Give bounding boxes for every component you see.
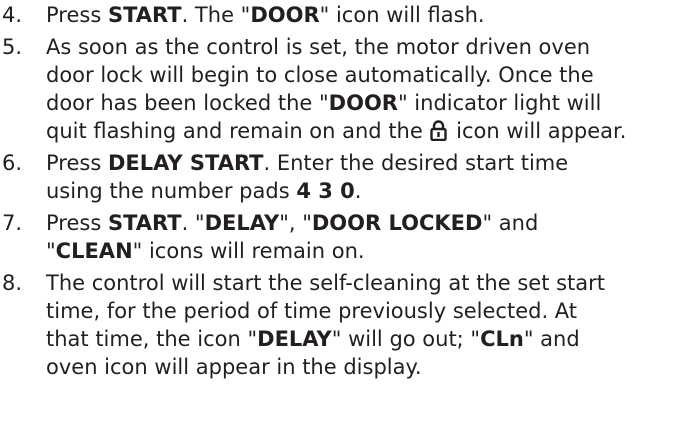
step-text-line: oven icon will appear in the display. [46,353,694,381]
step-item: 8. The control will start the self-cleani… [0,269,697,381]
step-text-line: door has been locked the "DOOR" indicato… [46,89,694,117]
instruction-steps-list: 4. Press START. The "DOOR" icon will flas… [0,0,697,422]
text-run: . The " [181,3,251,27]
step-text-line: time, for the period of time previously … [46,297,694,325]
step-text-line: using the number pads 4 3 0. [46,177,694,205]
step-text-line: "CLEAN" icons will remain on. [46,237,694,265]
bold-term: DELAY START [107,151,264,175]
step-text-line: Press START. "DELAY", "DOOR LOCKED" and [46,209,694,237]
text-run: " icons will remain on. [132,239,365,263]
step-text-line: quit flashing and remain on and the icon… [46,117,694,148]
bold-term: CLn [480,327,524,351]
step-text-line: Press START. The "DOOR" icon will flash. [46,1,694,29]
bold-term: DOOR [328,91,398,115]
step-text: The control will start the self-cleaning… [46,269,694,381]
step-text: Press DELAY START. Enter the desired sta… [46,149,694,205]
step-number: 8. [2,271,23,295]
text-run: icon will appear. [449,119,627,143]
step-text: Press START. "DELAY", "DOOR LOCKED" and "… [46,209,694,265]
step-item: 5. As soon as the control is set, the mot… [0,33,697,145]
bold-term: DELAY [257,327,332,351]
text-run: . Enter the desired start time [263,151,569,175]
step-text-line: that time, the icon "DELAY" will go out;… [46,325,694,353]
text-run: ", " [279,211,312,235]
bold-term: DOOR [250,3,320,27]
step-text: Press START. The "DOOR" icon will flash. [46,1,694,29]
text-run: that time, the icon " [46,327,258,351]
step-text-line: door lock will begin to close automatica… [46,61,694,89]
step-number: 4. [2,3,23,27]
text-run: . " [181,211,205,235]
bold-term: 4 3 0 [296,179,355,203]
bold-term: DELAY [204,211,280,235]
text-run: As soon as the control is set, the motor… [46,35,591,59]
step-text-line: As soon as the control is set, the motor… [46,33,694,61]
text-run: . [354,179,362,203]
step-number: 5. [2,35,23,59]
step-number: 6. [2,151,23,175]
bold-term: DOOR LOCKED [311,211,483,235]
text-run: Press [46,3,108,27]
step-text-line: Press DELAY START. Enter the desired sta… [46,149,694,177]
text-run: " will go out; " [331,327,481,351]
text-run: door has been locked the " [46,91,329,115]
text-run: quit flashing and remain on and the [46,119,430,143]
text-run: using the number pads [46,179,297,203]
text-run: Press [46,211,108,235]
step-text: As soon as the control is set, the motor… [46,33,694,148]
text-run: " icon will flash. [319,3,485,27]
step-item: 6. Press DELAY START. Enter the desired s… [0,149,697,205]
bold-term: START [107,211,182,235]
text-run: " [46,239,56,263]
step-text-line: The control will start the self-cleaning… [46,269,694,297]
text-run: " and [482,211,539,235]
text-run: " indicator light will [397,91,602,115]
text-run: Press [46,151,108,175]
text-run: The control will start the self-cleaning… [46,271,606,295]
step-item: 7. Press START. "DELAY", "DOOR LOCKED" an… [0,209,697,265]
text-run: door lock will begin to close automatica… [46,63,594,87]
bold-term: START [107,3,182,27]
step-number: 7. [2,211,23,235]
step-item: 4. Press START. The "DOOR" icon will flas… [0,1,697,29]
lock-icon [430,120,448,148]
text-run: " and [523,327,580,351]
text-run: time, for the period of time previously … [46,299,578,323]
bold-term: CLEAN [55,239,133,263]
text-run: oven icon will appear in the display. [46,355,422,379]
